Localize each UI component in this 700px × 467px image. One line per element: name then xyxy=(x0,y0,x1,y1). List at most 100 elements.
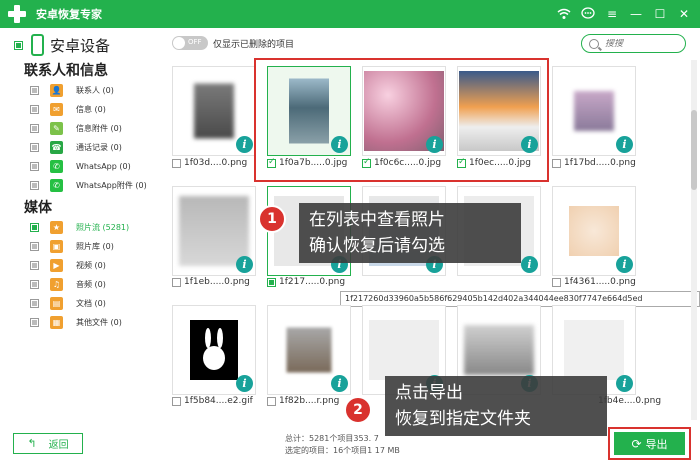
file-caption[interactable]: 1f0ec.....0.jpg xyxy=(457,157,531,168)
sidebar-item-label: 信息附件 (0) xyxy=(76,123,122,133)
file-tile[interactable]: i xyxy=(267,305,351,395)
sidebar-item-video[interactable]: ▶ 视频 (0) xyxy=(30,258,106,272)
photo-stream-icon: ★ xyxy=(50,220,63,234)
file-caption[interactable]: 1f5b84....e2.gif xyxy=(172,396,253,406)
checkbox[interactable] xyxy=(30,161,39,171)
info-icon[interactable]: i xyxy=(521,256,538,273)
checkbox[interactable] xyxy=(30,241,39,251)
sidebar-item-whatsapp[interactable]: ✆ WhatsApp (0) xyxy=(30,159,131,173)
sidebar-item-contacts[interactable]: 👤 联系人 (0) xyxy=(30,83,114,97)
file-checkbox[interactable] xyxy=(172,158,181,168)
file-checkbox[interactable] xyxy=(552,277,561,287)
search-input[interactable] xyxy=(605,38,675,49)
file-checkbox[interactable] xyxy=(172,277,181,287)
deleted-only-toggle[interactable]: OFF xyxy=(172,36,208,50)
toggle-knob xyxy=(173,37,185,49)
checkbox[interactable] xyxy=(30,142,39,152)
checkbox[interactable] xyxy=(30,104,39,114)
scrollbar[interactable] xyxy=(691,60,697,420)
file-checkbox[interactable] xyxy=(267,157,276,168)
search-icon xyxy=(589,38,599,49)
file-name: 1f03d....0.png xyxy=(184,158,248,168)
info-icon[interactable]: i xyxy=(616,375,633,392)
checkbox[interactable] xyxy=(30,260,39,270)
thumbnail-image xyxy=(574,91,614,131)
app-title: 安卓恢复专家 xyxy=(36,8,102,21)
file-caption[interactable]: 1fb4e....0.png xyxy=(598,396,661,406)
file-caption[interactable]: 1f82b....r.png xyxy=(267,396,339,406)
checkbox[interactable] xyxy=(30,298,39,308)
file-caption[interactable]: 1f0a7b.....0.jpg xyxy=(267,157,347,168)
close-icon[interactable]: ✕ xyxy=(674,4,694,24)
file-checkbox[interactable] xyxy=(362,157,371,168)
sidebar-item-documents[interactable]: ▤ 文档 (0) xyxy=(30,296,106,310)
callout-2: 点击导出 恢复到指定文件夹 xyxy=(385,376,607,436)
file-name: 1f217.....0.png xyxy=(279,277,346,287)
info-icon[interactable]: i xyxy=(331,136,348,153)
info-icon[interactable]: i xyxy=(236,256,253,273)
info-icon[interactable]: i xyxy=(236,375,253,392)
sidebar-item-messages[interactable]: ✉ 信息 (0) xyxy=(30,102,106,116)
thumbnail-image xyxy=(569,206,619,256)
file-tile[interactable]: i xyxy=(457,66,541,156)
sidebar-item-photo-stream[interactable]: ★ 照片流 (5281) xyxy=(30,220,129,234)
file-caption[interactable]: 1f1eb.....0.png xyxy=(172,277,250,287)
info-icon[interactable]: i xyxy=(331,375,348,392)
file-caption[interactable]: 1f0c6c.....0.jpg xyxy=(362,157,441,168)
stats-selected: 选定的项目：16个项目1 17 MB xyxy=(285,446,400,455)
back-button[interactable]: ↰ 返回 xyxy=(13,433,83,454)
file-tile[interactable]: i xyxy=(172,305,256,395)
wifi-icon[interactable] xyxy=(554,4,574,24)
sidebar-item-attachments[interactable]: ✎ 信息附件 (0) xyxy=(30,121,122,135)
checkbox[interactable] xyxy=(30,279,39,289)
file-caption[interactable]: 1f4361.....0.png xyxy=(552,277,636,287)
checkbox[interactable] xyxy=(30,180,39,190)
file-name: 1f17bd.....0.png xyxy=(564,158,636,168)
sidebar-item-call-log[interactable]: ☎ 通话记录 (0) xyxy=(30,140,122,154)
chat-icon[interactable] xyxy=(578,4,598,24)
sidebar-item-photo-library[interactable]: ▣ 照片库 (0) xyxy=(30,239,114,253)
other-files-icon: ▦ xyxy=(50,315,63,329)
info-icon[interactable]: i xyxy=(521,136,538,153)
file-tile[interactable]: i xyxy=(362,66,446,156)
file-checkbox[interactable] xyxy=(552,158,561,168)
search-box[interactable] xyxy=(581,34,686,53)
checkbox[interactable] xyxy=(30,222,39,232)
device-checkbox[interactable] xyxy=(14,40,23,50)
sidebar-item-other-files[interactable]: ▦ 其他文件 (0) xyxy=(30,315,122,329)
menu-icon[interactable]: ≡ xyxy=(602,4,622,24)
scroll-thumb[interactable] xyxy=(691,110,697,190)
audio-icon: ♫ xyxy=(50,277,63,291)
file-tile[interactable]: i xyxy=(172,186,256,276)
maximize-icon[interactable]: ☐ xyxy=(650,4,670,24)
minimize-icon[interactable]: — xyxy=(626,4,646,24)
file-tile[interactable]: i xyxy=(267,66,351,156)
info-icon[interactable]: i xyxy=(616,256,633,273)
file-tile[interactable]: i xyxy=(552,186,636,276)
file-caption[interactable]: 1f17bd.....0.png xyxy=(552,158,636,168)
file-caption[interactable]: 1f03d....0.png xyxy=(172,158,247,168)
export-button[interactable]: ⟳ 导出 xyxy=(614,432,685,455)
sidebar-item-label: 文档 (0) xyxy=(76,298,106,308)
checkbox[interactable] xyxy=(30,317,39,327)
checkbox[interactable] xyxy=(30,123,39,133)
info-icon[interactable]: i xyxy=(616,136,633,153)
file-tile[interactable]: i xyxy=(172,66,256,156)
file-tile[interactable]: i xyxy=(552,66,636,156)
file-checkbox[interactable] xyxy=(457,157,466,168)
sidebar-item-label: 信息 (0) xyxy=(76,104,106,114)
export-highlight: ⟳ 导出 xyxy=(608,427,691,460)
file-checkbox[interactable] xyxy=(172,396,181,406)
info-icon[interactable]: i xyxy=(236,136,253,153)
file-caption[interactable]: 1f217.....0.png xyxy=(267,277,345,287)
sidebar-item-label: 视频 (0) xyxy=(76,260,106,270)
device-row[interactable]: 安卓设备 xyxy=(14,34,110,56)
sidebar-item-audio[interactable]: ♫ 音频 (0) xyxy=(30,277,106,291)
sidebar-item-whatsapp-attachments[interactable]: ✆ WhatsApp附件 (0) xyxy=(30,178,147,192)
file-checkbox[interactable] xyxy=(267,396,276,406)
info-icon[interactable]: i xyxy=(426,136,443,153)
checkbox[interactable] xyxy=(30,85,39,95)
file-name: 1f82b....r.png xyxy=(279,396,340,406)
file-checkbox[interactable] xyxy=(267,277,276,287)
window-controls: ≡ — ☐ ✕ xyxy=(554,4,694,24)
